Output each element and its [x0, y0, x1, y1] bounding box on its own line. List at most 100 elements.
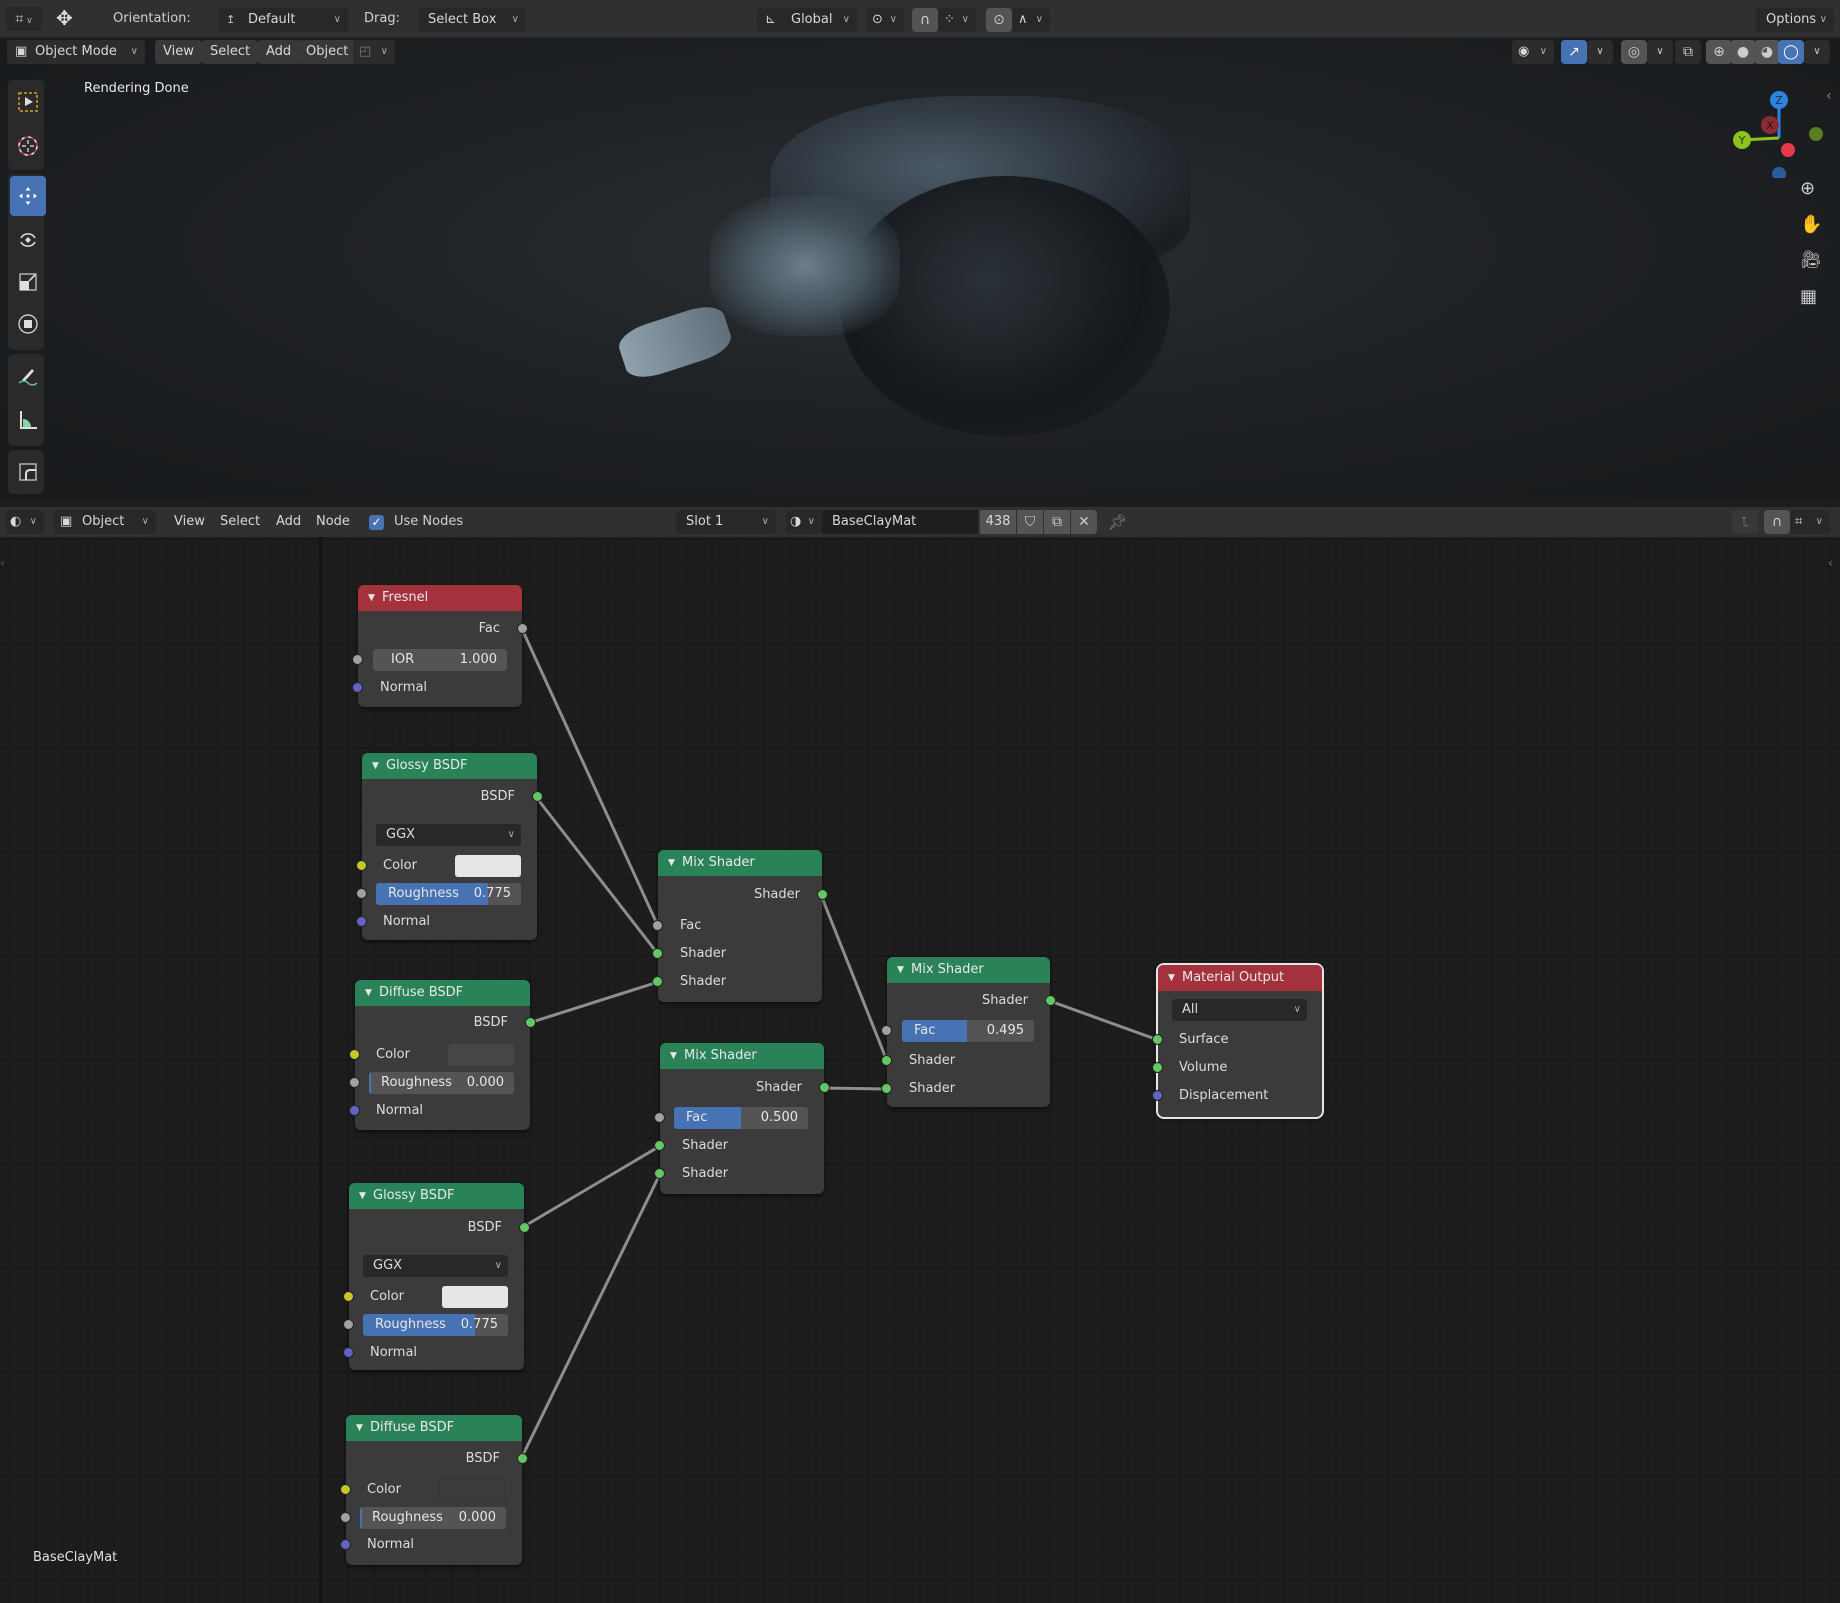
node-menu-add[interactable]: Add: [268, 510, 309, 534]
node-header[interactable]: ▼ Glossy BSDF: [362, 753, 537, 779]
viewport-menu-object[interactable]: Object: [298, 40, 357, 64]
shading-solid[interactable]: ●: [1730, 40, 1756, 64]
node-menu-select[interactable]: Select: [212, 510, 268, 534]
output-target-dropdown[interactable]: All ∨: [1172, 999, 1307, 1021]
collapse-triangle-icon[interactable]: ▼: [368, 585, 375, 611]
shading-rendered[interactable]: ◯: [1778, 40, 1804, 64]
cursor-tool[interactable]: [10, 126, 46, 166]
node-snap-toggle[interactable]: ∩: [1764, 510, 1790, 534]
color-swatch[interactable]: [448, 1044, 514, 1066]
output-socket-shader[interactable]: [819, 1082, 830, 1093]
pan-hand-icon[interactable]: ✋: [1800, 214, 1822, 235]
collapse-triangle-icon[interactable]: ▼: [356, 1415, 363, 1441]
shading-material[interactable]: ◕: [1754, 40, 1780, 64]
3d-viewport[interactable]: ▣ Object Mode ∨ View Select Add Object ◰ ∨…: [0, 38, 1840, 500]
input-socket-roughness[interactable]: [343, 1319, 354, 1330]
output-socket-fac[interactable]: [517, 623, 528, 634]
input-socket-shader-a[interactable]: [652, 948, 663, 959]
output-socket-shader[interactable]: [1045, 995, 1056, 1006]
node-left-toggle-arrow[interactable]: ‹: [0, 556, 5, 570]
node-header[interactable]: ▼ Diffuse BSDF: [346, 1415, 522, 1441]
input-socket-color[interactable]: [340, 1484, 351, 1495]
roughness-slider[interactable]: Roughness 0.000: [369, 1072, 514, 1094]
fac-slider[interactable]: Fac 0.495: [902, 1020, 1034, 1042]
input-socket-surface[interactable]: [1152, 1034, 1163, 1045]
zoom-view-icon[interactable]: ⊕: [1800, 178, 1815, 199]
distribution-dropdown[interactable]: GGX ∨: [363, 1255, 508, 1277]
slot-dropdown[interactable]: Slot 1 ∨: [676, 510, 776, 534]
input-socket-normal[interactable]: [349, 1105, 360, 1116]
material-name-field[interactable]: BaseClayMat: [822, 510, 978, 534]
collapse-triangle-icon[interactable]: ▼: [365, 980, 372, 1006]
xray-toggle[interactable]: ⧉: [1675, 40, 1701, 64]
collapse-triangle-icon[interactable]: ▼: [670, 1043, 677, 1069]
input-socket-shader-b[interactable]: [881, 1083, 892, 1094]
parent-tree-button[interactable]: ⮤: [1732, 510, 1758, 534]
ior-field[interactable]: IOR 1.000: [373, 649, 507, 671]
fake-user-button[interactable]: ⛉: [1017, 510, 1043, 534]
roughness-slider[interactable]: Roughness 0.000: [360, 1507, 506, 1529]
shading-dropdown[interactable]: ∨: [1804, 40, 1830, 64]
input-socket-normal[interactable]: [343, 1347, 354, 1358]
input-socket-fac[interactable]: [652, 920, 663, 931]
material-browse-button[interactable]: ◑ ∨: [786, 510, 822, 534]
node-diffuse-bsdf-2[interactable]: ▼ Diffuse BSDF BSDF Color Roughness 0.000 …: [340, 1415, 528, 1565]
move-tool[interactable]: [10, 176, 46, 216]
input-socket-shader-b[interactable]: [652, 976, 663, 987]
node-editor-type-button[interactable]: ◐ ∨: [6, 510, 44, 534]
options-dropdown[interactable]: Options ∨: [1756, 8, 1834, 32]
node-menu-node[interactable]: Node: [308, 510, 358, 534]
pin-icon[interactable]: 📌︎: [1108, 513, 1127, 531]
sidebar-toggle-arrow[interactable]: ‹: [1826, 88, 1832, 104]
rotate-tool[interactable]: [10, 220, 46, 260]
duplicate-material-button[interactable]: ⧉: [1044, 510, 1070, 534]
collapse-triangle-icon[interactable]: ▼: [897, 957, 904, 983]
transform-affect-dropdown[interactable]: ◰ ∨: [353, 40, 395, 64]
input-socket-shader-a[interactable]: [881, 1055, 892, 1066]
node-diffuse-bsdf-1[interactable]: ▼ Diffuse BSDF BSDF Color Roughness 0.000 …: [349, 980, 536, 1130]
input-socket-roughness[interactable]: [349, 1077, 360, 1088]
node-mix-shader-3[interactable]: ▼ Mix Shader Shader Fac 0.495 Shader Shade…: [881, 957, 1056, 1107]
node-menu-view[interactable]: View: [166, 510, 213, 534]
input-socket-shader-a[interactable]: [654, 1140, 665, 1151]
input-socket-normal[interactable]: [340, 1539, 351, 1550]
distribution-dropdown[interactable]: GGX ∨: [376, 824, 521, 846]
collapse-triangle-icon[interactable]: ▼: [359, 1183, 366, 1209]
input-socket-fac[interactable]: [654, 1112, 665, 1123]
input-socket-fac[interactable]: [881, 1025, 892, 1036]
gizmo-toggle[interactable]: ↗: [1561, 40, 1587, 64]
select-box-tool[interactable]: [10, 82, 46, 122]
editor-type-button[interactable]: ⌗ ∨: [6, 7, 42, 31]
visibility-dropdown[interactable]: ◉ ∨: [1512, 40, 1554, 64]
node-header[interactable]: ▼ Glossy BSDF: [349, 1183, 524, 1209]
node-sidebar-toggle-arrow[interactable]: ‹: [1828, 556, 1833, 570]
node-glossy-bsdf-1[interactable]: ▼ Glossy BSDF BSDF GGX ∨ Color Roughness 0.…: [356, 753, 543, 940]
shading-wireframe[interactable]: ⊕: [1706, 40, 1732, 64]
orientation-dropdown[interactable]: ↥ Default ∨: [218, 8, 348, 32]
input-socket-color[interactable]: [349, 1049, 360, 1060]
node-material-output[interactable]: ▼ Material Output All ∨ Surface Volume Dis…: [1152, 963, 1324, 1119]
node-snap-dropdown[interactable]: ⌗ ∨: [1790, 510, 1830, 534]
roughness-slider[interactable]: Roughness 0.775: [363, 1314, 508, 1336]
node-mix-shader-2[interactable]: ▼ Mix Shader Shader Fac 0.500 Shader Shade…: [654, 1043, 830, 1194]
overlays-toggle[interactable]: ◎: [1621, 40, 1647, 64]
input-socket-ior[interactable]: [352, 654, 363, 665]
input-socket-normal[interactable]: [352, 682, 363, 693]
color-swatch[interactable]: [455, 855, 521, 877]
output-socket-shader[interactable]: [817, 889, 828, 900]
collapse-triangle-icon[interactable]: ▼: [668, 850, 675, 876]
roughness-slider[interactable]: Roughness 0.775: [376, 883, 521, 905]
navigation-gizmo[interactable]: Z Y X: [1720, 78, 1830, 181]
collapse-triangle-icon[interactable]: ▼: [372, 753, 379, 779]
color-swatch[interactable]: [442, 1286, 508, 1308]
input-socket-shader-b[interactable]: [654, 1168, 665, 1179]
unlink-material-button[interactable]: ✕: [1071, 510, 1097, 534]
viewport-menu-select[interactable]: Select: [202, 40, 259, 64]
node-header[interactable]: ▼ Fresnel: [358, 585, 522, 611]
gizmo-dropdown[interactable]: ∨: [1587, 40, 1613, 64]
scale-tool[interactable]: [10, 262, 46, 302]
input-socket-color[interactable]: [356, 860, 367, 871]
shader-type-dropdown[interactable]: ▣ Object ∨: [54, 510, 156, 534]
node-header[interactable]: ▼ Mix Shader: [660, 1043, 824, 1069]
output-socket-bsdf[interactable]: [517, 1453, 528, 1464]
